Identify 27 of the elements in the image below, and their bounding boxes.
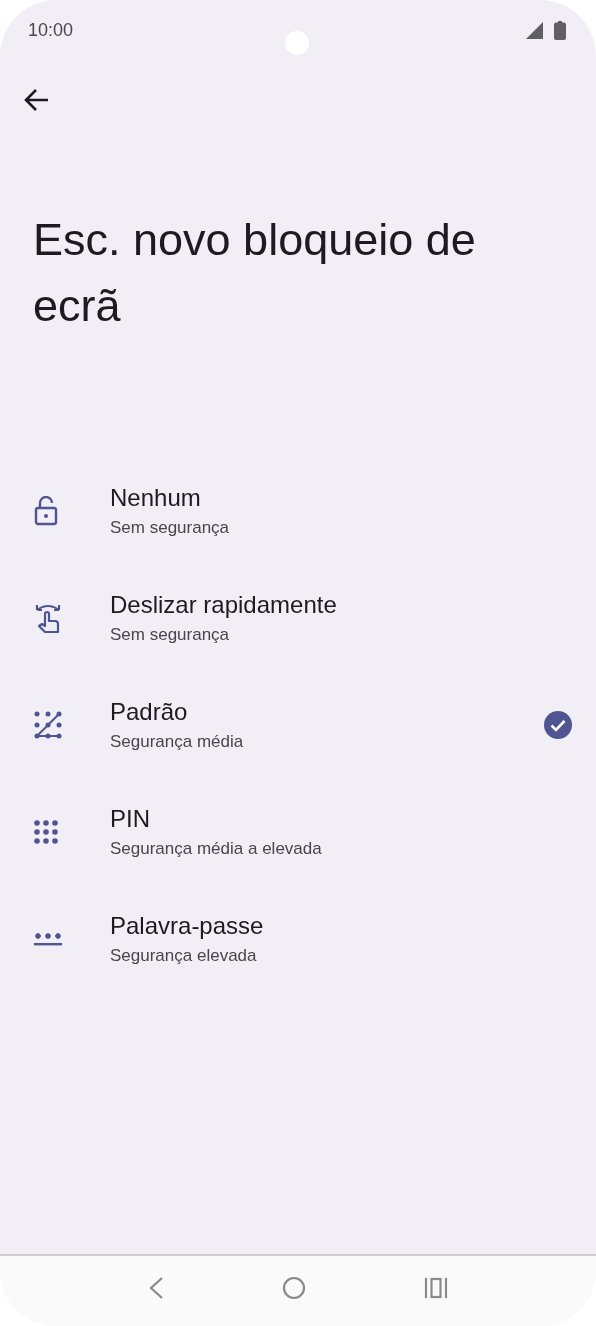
back-arrow-icon [24,88,50,112]
page-title: Esc. novo bloqueio de ecrã [33,213,477,333]
keypad-icon [34,819,58,844]
option-title: Palavra-passe [110,911,264,940]
lock-option[interactable]: Padrão Segurança média [0,671,596,778]
option-description: Segurança elevada [110,945,258,966]
masked-password-icon [34,931,62,946]
option-description: Sem segurança [110,517,230,538]
unlocked-padlock-icon [34,495,58,526]
lock-option[interactable]: PIN Segurança média a elevada [0,778,596,885]
lock-option[interactable]: Nenhum Sem segurança [0,457,596,564]
circle-icon [282,1276,306,1300]
status-time: 10:00 [28,19,74,41]
option-title: Nenhum [110,483,202,512]
lock-option[interactable]: Palavra-passe Segurança elevada [0,885,596,992]
option-title: Deslizar rapidamente [110,590,337,619]
battery-icon [554,20,566,40]
recents-icon [424,1277,448,1299]
pattern-grid-icon [34,710,62,739]
option-description: Segurança média [110,731,244,752]
option-title: PIN [110,804,151,833]
signal-icon [526,21,544,39]
option-description: Sem segurança [110,624,231,645]
option-description: Segurança média a elevada [110,838,322,859]
lock-option[interactable]: Deslizar rapidamente Sem segurança [0,564,596,671]
option-title: Padrão [110,697,189,726]
chevron-left-icon [148,1277,164,1299]
